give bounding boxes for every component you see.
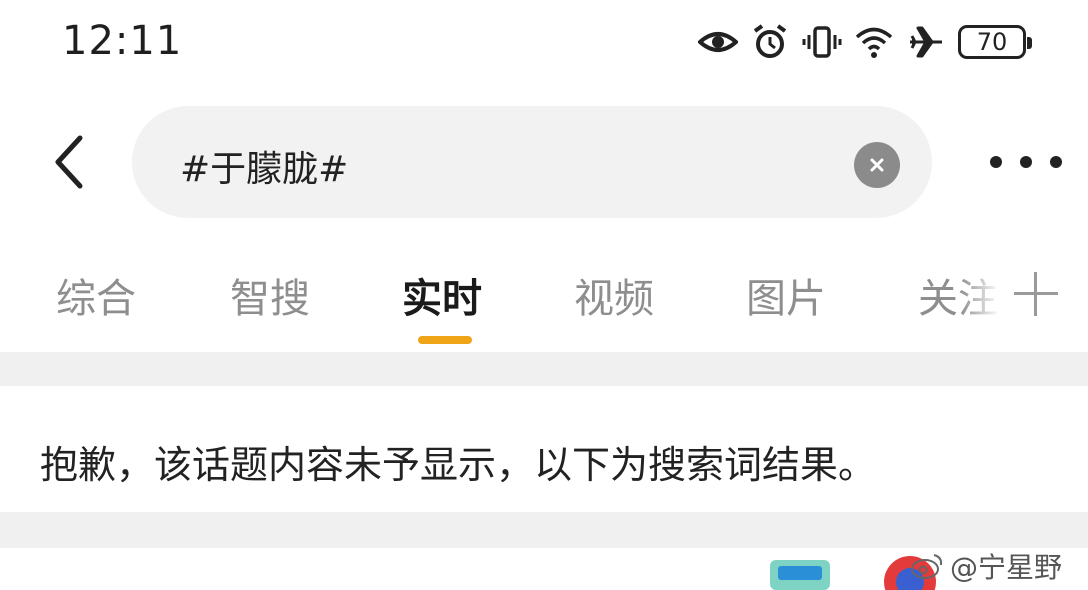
more-options-button[interactable] xyxy=(990,150,1062,174)
status-icons: 70 xyxy=(698,22,1032,62)
more-dot xyxy=(1050,156,1062,168)
section-divider xyxy=(0,352,1088,386)
weibo-logo-icon xyxy=(911,554,943,579)
search-input[interactable]: #于朦胧# xyxy=(132,106,932,218)
section-divider xyxy=(0,512,1088,548)
status-time: 12:11 xyxy=(62,18,183,64)
watermark-text: @宁星野 xyxy=(950,551,1063,584)
tab-fade xyxy=(960,262,1000,322)
status-bar: 12:11 70 xyxy=(0,0,1088,90)
tab-realtime[interactable]: 实时 xyxy=(402,266,482,324)
hidden-topic-notice: 抱歉，该话题内容未予显示，以下为搜索词结果。 xyxy=(40,443,877,487)
tab-comprehensive[interactable]: 综合 xyxy=(56,266,136,324)
tab-images[interactable]: 图片 xyxy=(746,266,826,324)
clear-search-button[interactable] xyxy=(854,142,900,188)
tab-smart-search[interactable]: 智搜 xyxy=(230,266,310,324)
eye-icon xyxy=(698,22,738,62)
search-header: #于朦胧# xyxy=(0,104,1088,218)
more-dot xyxy=(1020,156,1032,168)
airplane-icon xyxy=(906,22,946,62)
screen: 12:11 70 #于朦胧# 综合 智搜 实时 视频 图片 关注 抱歉，该话题内… xyxy=(0,0,1088,590)
back-button[interactable] xyxy=(40,132,96,192)
wifi-icon xyxy=(854,22,894,62)
vibrate-icon xyxy=(802,22,842,62)
battery-level: 70 xyxy=(976,28,1008,56)
chevron-left-icon xyxy=(55,135,83,189)
tab-video[interactable]: 视频 xyxy=(574,266,654,324)
plus-icon[interactable] xyxy=(1010,268,1062,320)
active-tab-indicator xyxy=(418,336,472,344)
alarm-icon xyxy=(750,22,790,62)
search-query: #于朦胧# xyxy=(180,149,349,190)
search-tabs: 综合 智搜 实时 视频 图片 关注 xyxy=(0,262,1088,352)
battery-icon: 70 xyxy=(958,25,1032,59)
close-icon xyxy=(870,158,884,172)
more-dot xyxy=(990,156,1002,168)
watermark: @宁星野 xyxy=(910,548,1062,584)
